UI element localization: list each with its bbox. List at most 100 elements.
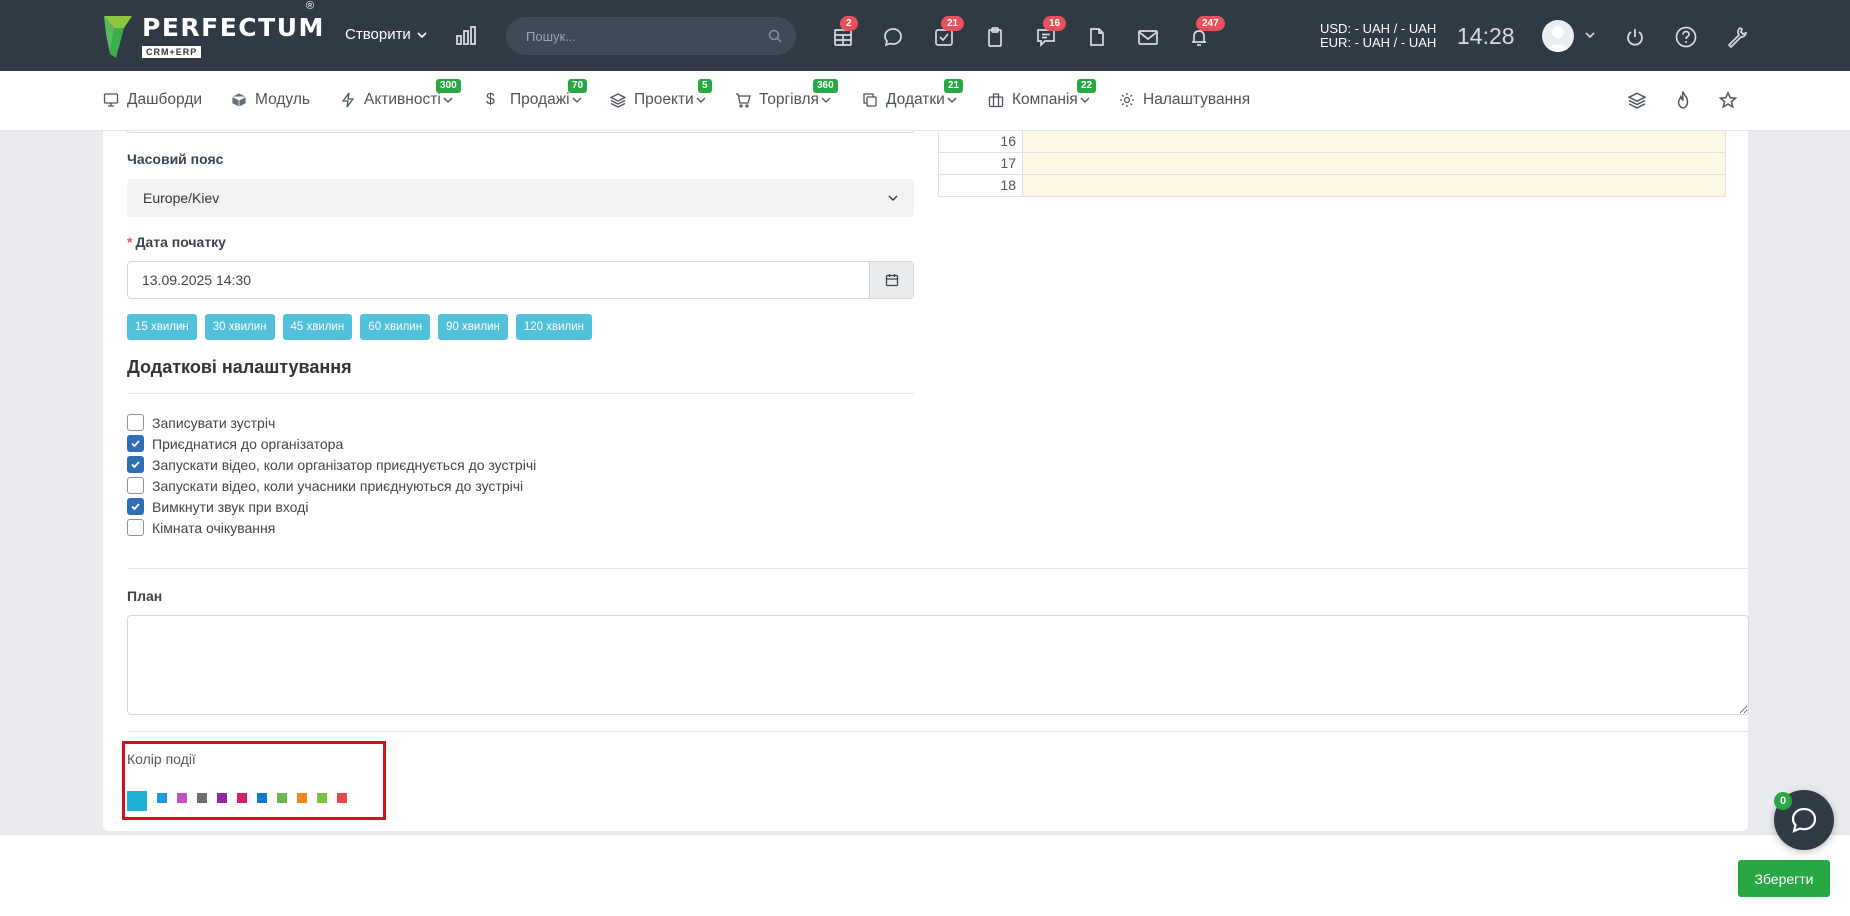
stats-chart-icon[interactable] <box>455 24 477 49</box>
start-date-field[interactable]: 13.09.2025 14:30 <box>127 261 914 299</box>
gear-icon <box>1120 93 1134 107</box>
duration-45-button[interactable]: 45 хвилин <box>282 314 353 340</box>
currency-usd: USD: - UAH / - UAH <box>1320 21 1437 36</box>
checkbox[interactable] <box>127 477 144 494</box>
checkbox[interactable] <box>127 456 144 473</box>
mail-icon[interactable] <box>1135 24 1161 50</box>
check-icon <box>131 461 140 469</box>
nav-badge: 22 <box>1077 79 1097 93</box>
nav-item-addons[interactable]: Додатки 21 <box>862 79 964 109</box>
duration-30-button[interactable]: 30 хвилин <box>204 314 275 340</box>
brand-name: PERFECTUM <box>142 13 325 42</box>
checkbox[interactable] <box>127 414 144 431</box>
nav-item-trade[interactable]: Торгівля 360 <box>735 79 838 109</box>
layers-icon <box>610 93 626 108</box>
brand-logo[interactable]: PERFECTUM CRM+ERP <box>102 14 325 60</box>
option-mute-on-entry[interactable]: Вимкнути звук при вході <box>127 496 536 517</box>
timezone-select[interactable]: Europe/Kiev <box>127 179 914 217</box>
calendar-table-icon[interactable]: 2 <box>830 16 858 50</box>
chevron-down-icon <box>888 195 898 201</box>
duration-90-button[interactable]: 90 хвилин <box>438 314 508 340</box>
chevron-down-icon <box>572 97 581 103</box>
option-host-video[interactable]: Запускати відео, коли організатор приєдн… <box>127 454 536 475</box>
nav-label: Проекти <box>634 91 694 108</box>
option-join-host[interactable]: Приєднатися до організатора <box>127 433 536 454</box>
document-icon[interactable] <box>1084 24 1110 50</box>
options-list: Записувати зустріч Приєднатися до органі… <box>127 412 536 538</box>
duration-60-button[interactable]: 60 хвилин <box>360 314 431 340</box>
nav-item-company[interactable]: Компанія 22 <box>988 79 1097 109</box>
notifications-bell-icon[interactable]: 247 <box>1186 16 1225 50</box>
extra-settings-title: Додаткові налаштування <box>127 357 352 377</box>
create-label: Створити <box>345 26 411 43</box>
plan-textarea[interactable] <box>127 615 1749 715</box>
option-participant-video[interactable]: Запускати відео, коли учасники приєднуют… <box>127 475 536 496</box>
nav-item-sales[interactable]: $ Продажі 70 <box>486 79 588 109</box>
timezone-value: Europe/Kiev <box>143 190 220 206</box>
create-menu-button[interactable]: Створити <box>345 26 427 43</box>
option-label: Записувати зустріч <box>152 414 276 431</box>
divider <box>127 731 1749 732</box>
clock: 14:28 <box>1457 23 1515 49</box>
start-date-label: * Дата початку <box>127 234 226 250</box>
chevron-down-icon <box>417 31 427 38</box>
nav-item-activities[interactable]: Активності 300 <box>340 79 461 109</box>
layers-stack-icon[interactable] <box>1627 91 1647 112</box>
nav-item-projects[interactable]: Проекти 5 <box>610 79 712 109</box>
table-row[interactable]: 17 <box>938 153 1726 175</box>
option-label: Запускати відео, коли організатор приєдн… <box>152 456 537 473</box>
search-icon[interactable] <box>768 29 782 43</box>
option-record[interactable]: Записувати зустріч <box>127 412 536 433</box>
help-icon[interactable] <box>1673 24 1699 50</box>
divider <box>127 568 1749 569</box>
clipboard-icon[interactable] <box>982 24 1008 50</box>
avatar[interactable] <box>1542 20 1574 52</box>
checkbox[interactable] <box>127 519 144 536</box>
chat-bubble-icon[interactable] <box>880 24 906 50</box>
nav-item-dashboards[interactable]: Дашборди <box>103 91 202 109</box>
slot-cell[interactable] <box>1023 131 1725 152</box>
hour-cell: 17 <box>939 153 1023 174</box>
chevron-down-icon[interactable] <box>1585 30 1595 40</box>
monitor-icon <box>103 93 119 107</box>
checkbox[interactable] <box>127 498 144 515</box>
checkbox[interactable] <box>127 435 144 452</box>
nav-item-module[interactable]: Модуль <box>231 91 310 109</box>
calendar-icon[interactable] <box>869 262 913 298</box>
check-icon <box>131 503 140 511</box>
chevron-down-icon <box>443 97 453 103</box>
option-waiting-room[interactable]: Кімната очікування <box>127 517 536 538</box>
plan-label: План <box>127 588 163 604</box>
currency-rates: USD: - UAH / - UAH EUR: - UAH / - UAH <box>1320 22 1436 50</box>
nav-label: Налаштування <box>1143 91 1251 108</box>
search-box[interactable] <box>506 17 796 55</box>
comments-icon[interactable]: 16 <box>1033 16 1067 50</box>
nav-badge: 300 <box>436 79 461 93</box>
currency-eur: EUR: - UAH / - UAH <box>1320 35 1437 50</box>
save-button[interactable]: Зберегти <box>1738 860 1830 897</box>
nav-label: Продажі <box>510 91 570 108</box>
nav-label: Додатки <box>886 91 945 108</box>
duration-120-button[interactable]: 120 хвилин <box>515 314 592 340</box>
table-row[interactable]: 18 <box>938 175 1726 197</box>
table-row[interactable]: 16 <box>938 131 1726 153</box>
nav-item-settings[interactable]: Налаштування <box>1119 91 1250 109</box>
power-icon[interactable] <box>1622 24 1648 50</box>
wrench-icon[interactable] <box>1724 24 1750 50</box>
notifications-badge: 247 <box>1196 16 1225 31</box>
timezone-label: Часовий пояс <box>127 151 224 167</box>
star-icon[interactable] <box>1718 90 1738 112</box>
search-input[interactable] <box>526 28 768 44</box>
start-date-value[interactable]: 13.09.2025 14:30 <box>128 262 869 298</box>
option-label: Приєднатися до організатора <box>152 435 344 452</box>
fire-icon[interactable] <box>1674 90 1692 112</box>
schedule-table: 16 17 18 <box>938 131 1726 197</box>
main-nav: Дашборди Модуль Активності 300 $ Продажі… <box>0 71 1850 131</box>
dollar-icon: $ <box>486 91 495 108</box>
duration-15-button[interactable]: 15 хвилин <box>127 314 197 340</box>
chat-badge: 0 <box>1774 792 1792 810</box>
task-check-icon[interactable]: 21 <box>931 16 965 50</box>
building-icon <box>988 93 1004 108</box>
slot-cell[interactable] <box>1023 153 1725 174</box>
slot-cell[interactable] <box>1023 175 1725 196</box>
